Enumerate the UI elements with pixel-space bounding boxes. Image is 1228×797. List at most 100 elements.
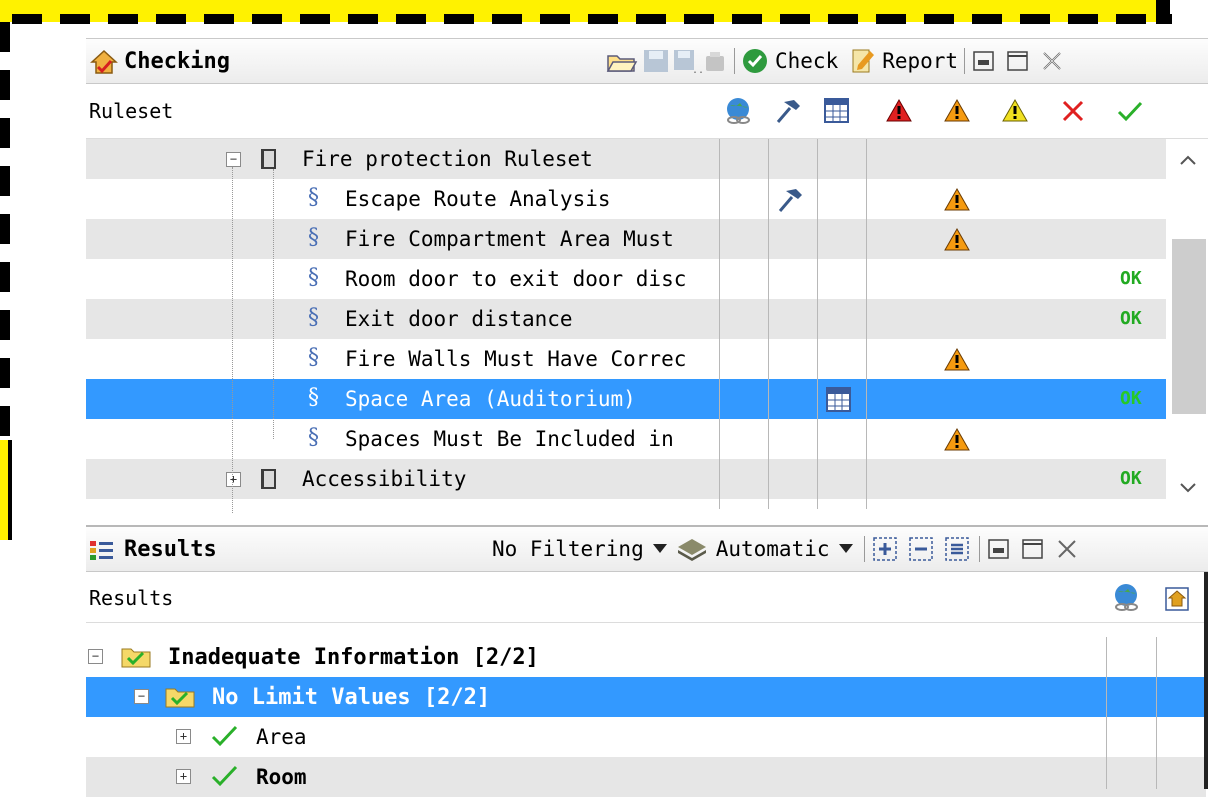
- automatic-dropdown[interactable]: Automatic: [716, 537, 830, 561]
- expand-all-icon[interactable]: [871, 535, 901, 563]
- ruleset-header-label: Ruleset: [89, 99, 174, 123]
- ruleset-book-icon: [261, 149, 276, 169]
- tree-row-accessibility[interactable]: + Accessibility OK: [86, 459, 1166, 499]
- collapse-icon[interactable]: −: [226, 152, 241, 167]
- close-panel-icon[interactable]: [1054, 536, 1080, 562]
- result-row-no-limit[interactable]: − No Limit Values [2/2]: [86, 677, 1206, 717]
- ruleset-column-header: Ruleset: [86, 84, 1208, 139]
- save-icon[interactable]: [642, 48, 672, 74]
- results-right-edge: [1204, 572, 1208, 789]
- tree-row-exit-door[interactable]: § Exit door distance OK: [86, 299, 1166, 339]
- results-tree: − Inadequate Information [2/2] − No Limi…: [86, 637, 1208, 797]
- hammer-icon[interactable]: [772, 96, 802, 126]
- chevron-down-icon[interactable]: [650, 540, 672, 558]
- result-row-inadequate[interactable]: − Inadequate Information [2/2]: [86, 637, 1206, 677]
- ruleset-book-icon: [261, 469, 276, 489]
- minimize-panel-icon[interactable]: [971, 48, 997, 74]
- toolbar-separator: [734, 48, 735, 74]
- tree-row-fire-compartment[interactable]: § Fire Compartment Area Must: [86, 219, 1166, 259]
- major-warning-icon: [944, 347, 970, 371]
- tree-row-label: Escape Route Analysis: [345, 187, 611, 211]
- rule-paragraph-icon: §: [308, 385, 319, 410]
- table-icon[interactable]: [822, 96, 852, 126]
- rule-paragraph-icon: §: [308, 225, 319, 250]
- result-row-area[interactable]: + Area: [86, 717, 1206, 757]
- tree-row-escape-route[interactable]: § Escape Route Analysis: [86, 179, 1166, 219]
- results-column-header: Results: [86, 572, 1208, 623]
- reject-icon[interactable]: [1060, 98, 1086, 124]
- status-ok: OK: [1120, 388, 1142, 409]
- major-warning-icon: [944, 187, 970, 211]
- results-toolbar: No Filtering Automatic: [492, 535, 1080, 563]
- rule-paragraph-icon: §: [308, 185, 319, 210]
- result-row-label: Inadequate Information [2/2]: [168, 645, 539, 670]
- layers-icon[interactable]: [674, 535, 710, 563]
- result-row-room[interactable]: + Room: [86, 757, 1206, 797]
- tree-row-room-door[interactable]: § Room door to exit door disc OK: [86, 259, 1166, 299]
- tree-guide: [232, 167, 234, 513]
- maximize-panel-icon[interactable]: [1005, 48, 1031, 74]
- home-icon[interactable]: [1164, 586, 1190, 612]
- tree-row-label: Fire protection Ruleset: [302, 147, 593, 171]
- collapse-all-icon[interactable]: [907, 535, 937, 563]
- globe-link-icon[interactable]: [1110, 582, 1144, 614]
- minor-warning-icon[interactable]: [1002, 98, 1030, 124]
- hammer-icon: [778, 189, 802, 212]
- svg-text:...: ...: [692, 65, 702, 74]
- save-as-icon[interactable]: ...: [672, 48, 702, 74]
- error-warning-icon[interactable]: [886, 98, 914, 124]
- globe-link-icon[interactable]: [722, 96, 756, 126]
- close-file-icon[interactable]: [702, 48, 728, 74]
- checkmark-icon: [211, 725, 238, 747]
- results-titlebar: Results No Filtering Automatic: [86, 527, 1208, 572]
- toolbar-separator: [978, 536, 980, 562]
- column-divider: [768, 139, 769, 509]
- tree-row-label: Accessibility: [302, 467, 467, 491]
- tree-row-label: Spaces Must Be Included in: [345, 427, 674, 451]
- collapse-icon[interactable]: −: [134, 689, 149, 704]
- tree-guide: [273, 169, 275, 439]
- scroll-down-icon[interactable]: [1178, 481, 1198, 495]
- tree-row-label: Fire Compartment Area Must: [345, 227, 674, 251]
- major-warning-icon[interactable]: [944, 98, 972, 124]
- result-row-label: No Limit Values [2/2]: [212, 685, 491, 710]
- collapse-icon[interactable]: −: [88, 649, 103, 664]
- minimize-panel-icon[interactable]: [986, 536, 1012, 562]
- open-folder-icon[interactable]: [606, 48, 638, 74]
- check-button[interactable]: Check: [775, 49, 838, 73]
- tree-row-space-area[interactable]: § Space Area (Auditorium) OK: [86, 379, 1166, 419]
- ruleset-tree: − Fire protection Ruleset § Escape Route…: [86, 139, 1168, 513]
- toolbar-separator: [863, 536, 865, 562]
- close-panel-icon[interactable]: [1039, 48, 1065, 74]
- accept-icon[interactable]: [1116, 98, 1144, 124]
- checking-toolbar: ... Check Report: [606, 47, 1065, 75]
- expand-icon[interactable]: +: [176, 729, 191, 744]
- list-view-icon[interactable]: [943, 535, 973, 563]
- chevron-down-icon[interactable]: [836, 540, 858, 558]
- results-title: Results: [124, 537, 217, 562]
- tree-row-fire-walls[interactable]: § Fire Walls Must Have Correc: [86, 339, 1166, 379]
- tree-row-fire-protection[interactable]: − Fire protection Ruleset: [86, 139, 1166, 179]
- status-ok: OK: [1120, 268, 1142, 289]
- folder-check-icon: [165, 688, 195, 708]
- check-icon[interactable]: [741, 47, 771, 75]
- major-warning-icon: [944, 227, 970, 251]
- rule-paragraph-icon: §: [308, 305, 319, 330]
- result-row-label: Area: [256, 725, 307, 749]
- house-check-icon: [90, 49, 118, 74]
- expand-icon[interactable]: +: [176, 769, 191, 784]
- scroll-up-icon[interactable]: [1178, 153, 1198, 167]
- tree-row-label: Space Area (Auditorium): [345, 387, 636, 411]
- filter-dropdown[interactable]: No Filtering: [492, 537, 644, 561]
- report-button[interactable]: Report: [882, 49, 958, 73]
- column-divider: [817, 139, 818, 509]
- checking-title: Checking: [124, 49, 230, 74]
- results-list-icon: [90, 541, 113, 560]
- maximize-panel-icon[interactable]: [1020, 536, 1046, 562]
- results-header-label: Results: [89, 586, 174, 610]
- report-icon[interactable]: [848, 47, 878, 75]
- table-icon: [826, 387, 851, 412]
- column-divider: [719, 139, 720, 509]
- tree-row-spaces-included[interactable]: § Spaces Must Be Included in: [86, 419, 1166, 459]
- ruleset-scroll-thumb[interactable]: [1172, 239, 1206, 414]
